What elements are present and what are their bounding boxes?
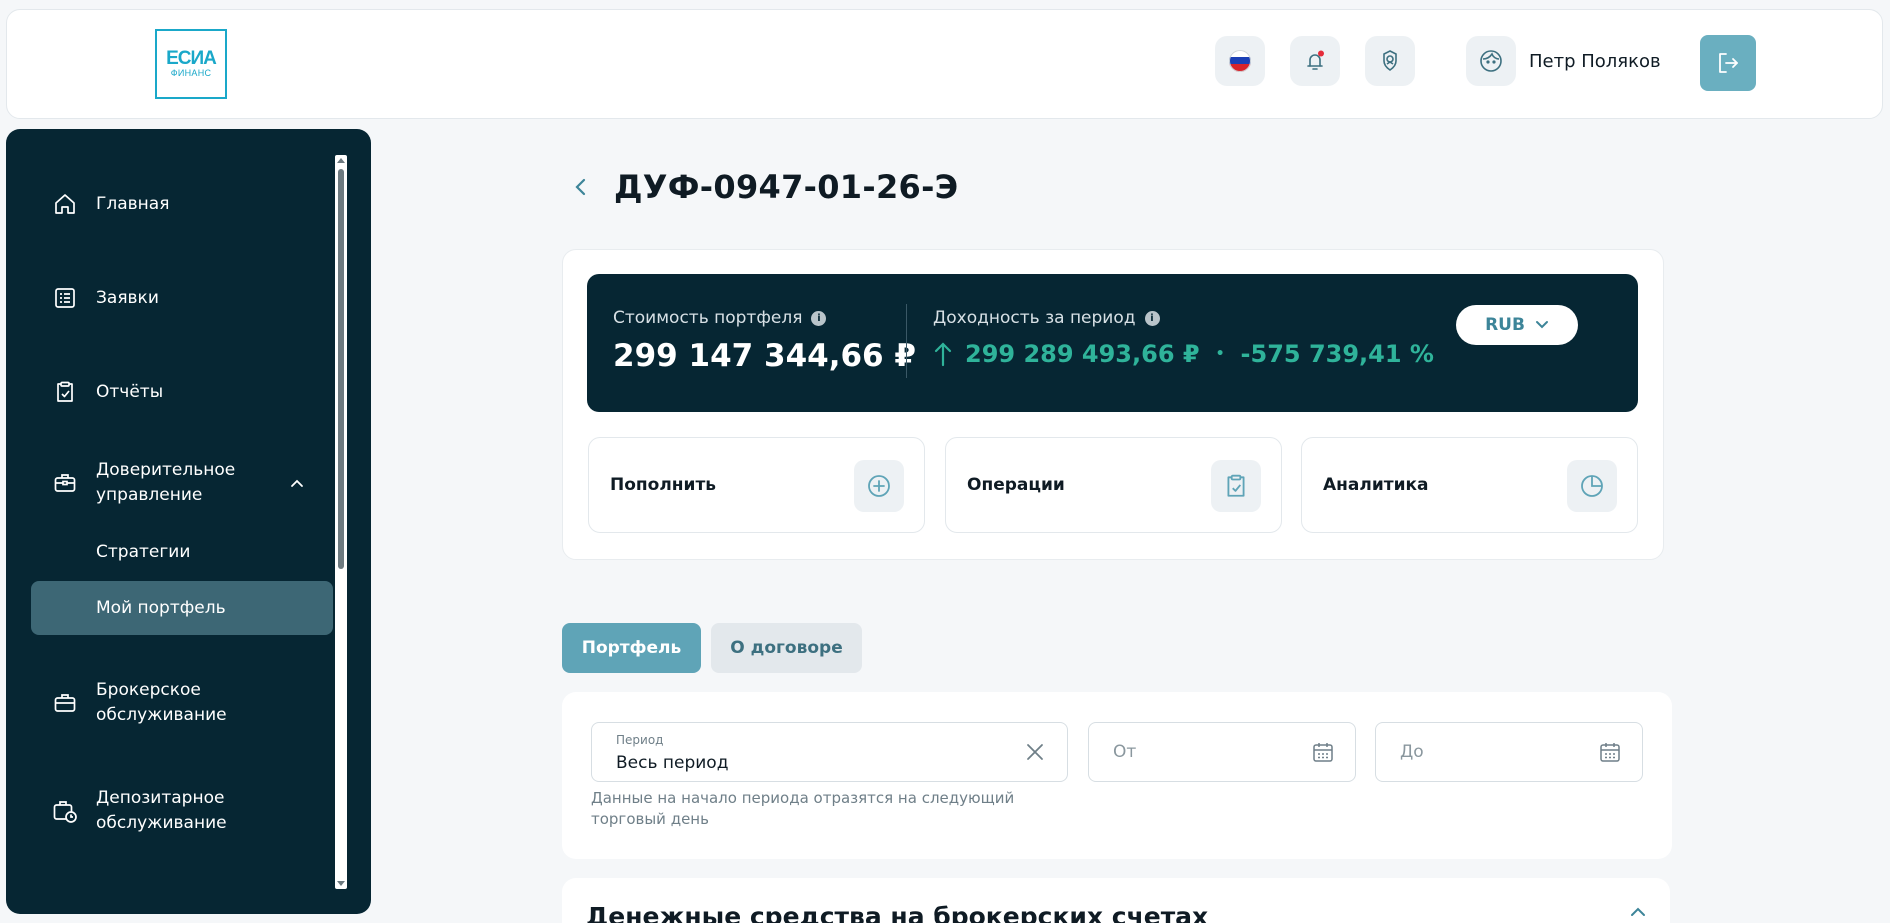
achievements-button[interactable]: [1365, 36, 1415, 86]
case-icon: [52, 690, 78, 716]
yield-percent: -575 739,41 %: [1240, 340, 1434, 368]
tab-portfolio-label: Портфель: [581, 638, 682, 658]
portfolio-value-label: Стоимость портфеля i: [613, 308, 827, 328]
top-header: ЕСИА ФИНАНС Петр Поляков: [6, 9, 1883, 119]
portfolio-value: 299 147 344,66 ₽: [613, 338, 916, 374]
bell-icon: [1307, 50, 1324, 70]
award-icon: [1383, 50, 1397, 71]
cash-section-header[interactable]: Денежные средства на брокерских счетах: [562, 878, 1670, 923]
yield-separator: •: [1215, 346, 1225, 362]
date-from-placeholder: От: [1113, 742, 1137, 762]
clear-icon[interactable]: [1021, 738, 1049, 766]
sidebar-item-label: Отчёты: [96, 381, 164, 402]
date-to-field[interactable]: До: [1375, 722, 1643, 782]
arrow-up-icon: [934, 342, 952, 367]
sidebar-scrollbar[interactable]: [335, 155, 347, 889]
sidebar-item-requests[interactable]: Заявки: [6, 273, 336, 323]
user-face-icon: [1480, 50, 1502, 72]
operations-button[interactable]: Операции: [945, 437, 1282, 533]
page-title: ДУФ-0947-01-26-Э: [614, 168, 959, 206]
yield-label-text: Доходность за период: [933, 308, 1136, 328]
sidebar-item-reports[interactable]: Отчёты: [6, 367, 336, 417]
tab-contract[interactable]: О договоре: [711, 623, 862, 673]
clipboard-check-icon: [52, 379, 78, 405]
operations-label: Операции: [967, 475, 1065, 495]
sidebar-item-label: Заявки: [96, 287, 159, 308]
yield-value: 299 289 493,66 ₽ • -575 739,41 %: [933, 340, 1434, 368]
user-name: Петр Поляков: [1529, 50, 1661, 72]
currency-value: RUB: [1485, 315, 1525, 335]
filter-panel: Период Весь период От До Данные на начал…: [562, 692, 1672, 859]
logo-text-main: ЕСИА: [166, 48, 217, 69]
sidebar-item-label: Брокерское обслуживание: [96, 680, 227, 725]
portfolio-summary: Стоимость портфеля i 299 147 344,66 ₽ До…: [587, 274, 1638, 412]
list-icon: [52, 285, 78, 311]
sidebar-item-label: Доверительное управление: [96, 460, 236, 505]
scroll-down-arrow-icon[interactable]: [337, 881, 345, 886]
sidebar-item-strategies[interactable]: Стратегии: [31, 525, 333, 579]
deposit-button[interactable]: Пополнить: [588, 437, 925, 533]
sidebar-item-home[interactable]: Главная: [6, 179, 336, 229]
period-select[interactable]: Период Весь период: [591, 722, 1068, 782]
pie-chart-icon: [1567, 460, 1617, 512]
briefcase-icon: [52, 470, 78, 496]
case-clock-icon: [52, 798, 78, 824]
logout-icon: [1719, 53, 1738, 73]
chevron-left-icon: [575, 178, 586, 196]
flag-ru-icon: [1229, 50, 1251, 72]
chevron-down-icon: [1535, 321, 1548, 329]
language-button[interactable]: [1215, 36, 1265, 86]
portfolio-value-label-text: Стоимость портфеля: [613, 308, 803, 328]
period-hint: Данные на начало периода отразятся на сл…: [591, 789, 1015, 828]
date-to-placeholder: До: [1400, 742, 1424, 762]
calendar-icon[interactable]: [1596, 738, 1624, 766]
analytics-button[interactable]: Аналитика: [1301, 437, 1638, 533]
cash-section-title: Денежные средства на брокерских счетах: [586, 902, 1209, 923]
plus-circle-icon: [854, 460, 904, 512]
yield-amount: 299 289 493,66 ₽: [965, 340, 1200, 368]
chevron-up-icon: [290, 473, 304, 493]
logout-button[interactable]: [1700, 35, 1756, 91]
sidebar: Главная Заявки Отчёты Доверительное упра…: [6, 129, 371, 914]
home-icon: [52, 191, 78, 217]
tab-portfolio[interactable]: Портфель: [562, 623, 701, 673]
tab-contract-label: О договоре: [730, 638, 843, 658]
notifications-button[interactable]: [1290, 36, 1340, 86]
sidebar-item-my-portfolio[interactable]: Мой портфель: [31, 581, 333, 635]
period-value: Весь период: [616, 753, 729, 773]
period-caption: Период: [616, 733, 664, 747]
sidebar-item-brokerage[interactable]: Брокерское обслуживание: [6, 673, 336, 733]
sidebar-item-depository[interactable]: Депозитарное обслуживание: [6, 781, 336, 841]
sidebar-item-label: Депозитарное обслуживание: [96, 788, 227, 833]
info-icon[interactable]: i: [811, 310, 827, 326]
sidebar-subitem-label: Мой портфель: [96, 598, 226, 618]
sidebar-subitem-label: Стратегии: [96, 542, 191, 562]
avatar: [1466, 36, 1516, 86]
divider: [906, 304, 907, 378]
yield-label: Доходность за период i: [933, 308, 1160, 328]
deposit-label: Пополнить: [610, 475, 717, 495]
logo-text-sub: ФИНАНС: [170, 68, 212, 78]
logo[interactable]: ЕСИА ФИНАНС: [155, 29, 227, 99]
calendar-icon[interactable]: [1309, 738, 1337, 766]
info-icon[interactable]: i: [1144, 310, 1160, 326]
date-from-field[interactable]: От: [1088, 722, 1356, 782]
analytics-label: Аналитика: [1323, 475, 1429, 495]
currency-select[interactable]: RUB: [1456, 305, 1578, 345]
user-menu[interactable]: Петр Поляков: [1466, 36, 1661, 86]
clipboard-check-icon: [1211, 460, 1261, 512]
scroll-up-arrow-icon[interactable]: [337, 158, 345, 163]
sidebar-item-label: Главная: [96, 193, 170, 214]
chevron-up-icon: [1630, 902, 1646, 921]
back-button[interactable]: [566, 172, 596, 202]
scrollbar-thumb[interactable]: [338, 169, 344, 569]
sidebar-item-trust-management[interactable]: Доверительное управление: [6, 453, 336, 513]
